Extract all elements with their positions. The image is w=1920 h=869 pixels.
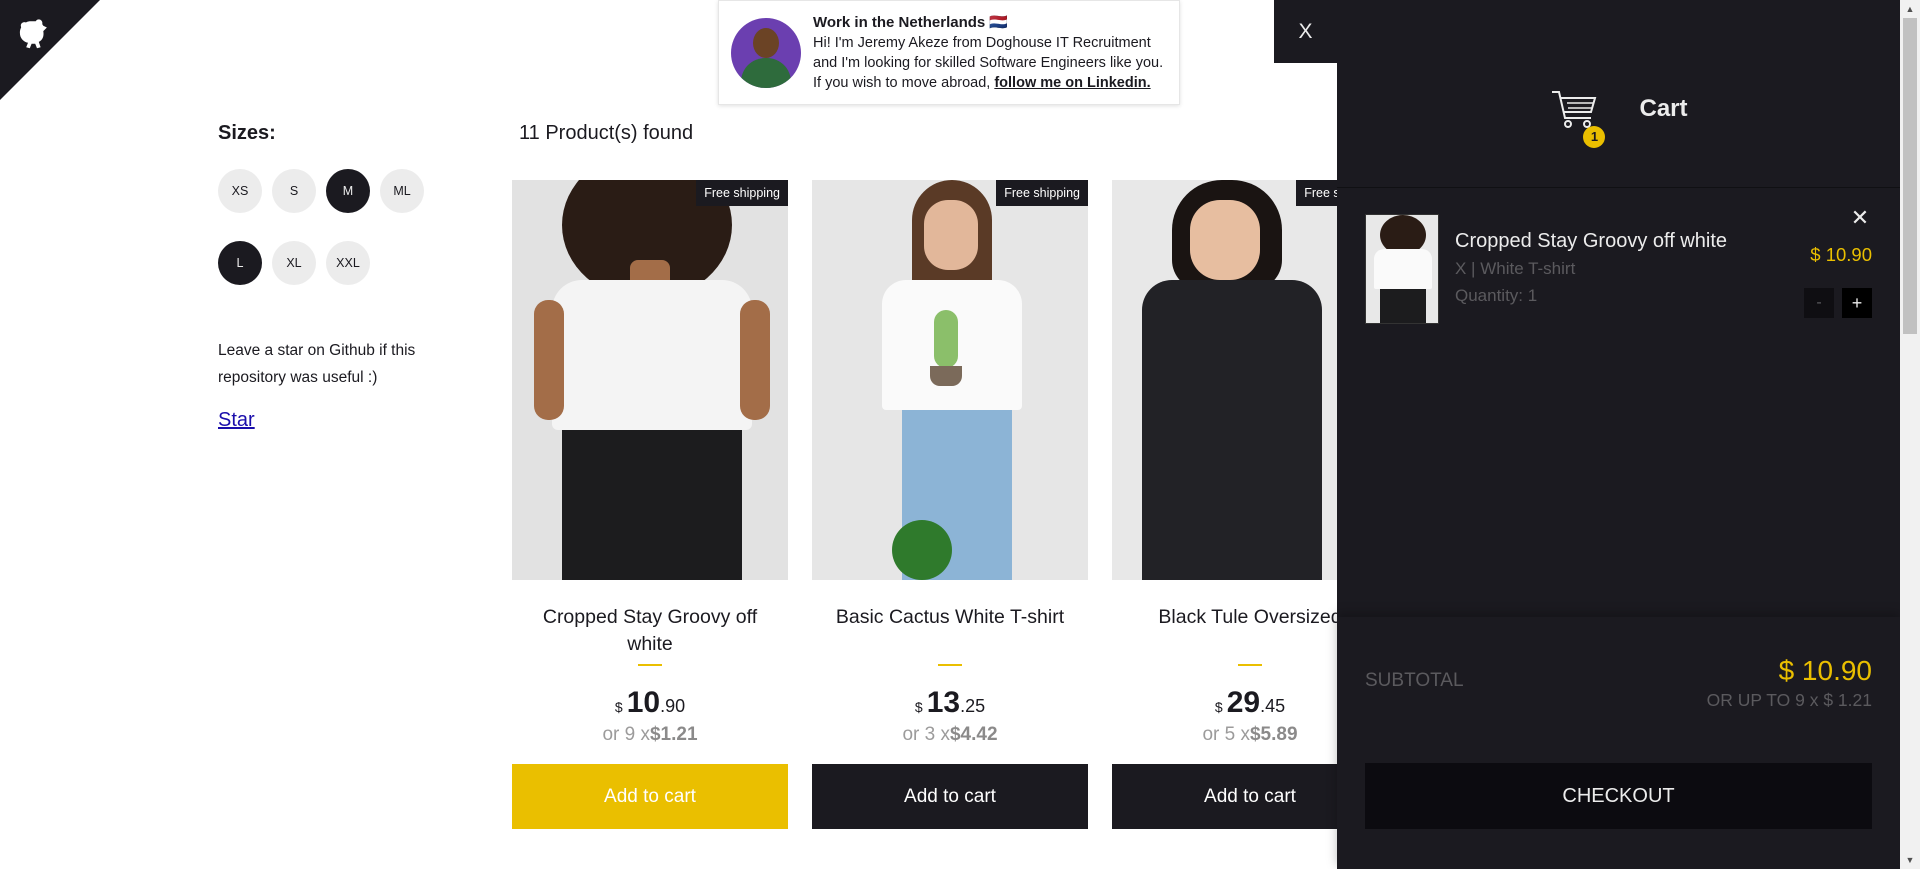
cart-count-badge: 1 — [1583, 125, 1606, 148]
github-star-link[interactable]: Star — [218, 409, 448, 432]
increase-quantity-button[interactable]: + — [1842, 288, 1872, 318]
page: Work in the Netherlands 🇳🇱 Hi! I'm Jerem… — [0, 0, 1920, 869]
size-s-button[interactable]: S — [272, 169, 316, 213]
recruiter-avatar — [731, 17, 801, 88]
size-l-button[interactable]: L — [218, 241, 262, 285]
cart-item-description: X | White T-shirt — [1455, 259, 1576, 278]
cart-title: Cart — [1639, 94, 1688, 122]
banner-title: Work in the Netherlands 🇳🇱 — [813, 13, 1009, 31]
page-scrollbar[interactable]: ▲ ▼ — [1900, 0, 1920, 869]
linkedin-link[interactable]: follow me on Linkedin. — [994, 75, 1150, 91]
cart-panel: 1 Cart Cropped Stay Groovy off white X |… — [1337, 0, 1900, 869]
size-xxl-button[interactable]: XXL — [326, 241, 370, 285]
product-image: Free shipping — [812, 180, 1088, 580]
size-xs-button[interactable]: XS — [218, 169, 262, 213]
product-image: Free shipping — [512, 180, 788, 580]
recruitment-banner: Work in the Netherlands 🇳🇱 Hi! I'm Jerem… — [718, 0, 1180, 105]
free-shipping-badge: Free shipping — [996, 180, 1088, 206]
banner-line-1: Hi! I'm Jeremy Akeze from Doghouse IT Re… — [813, 34, 1151, 51]
github-corner-icon[interactable] — [0, 0, 100, 100]
product-title: Cropped Stay Groovy off white — [542, 606, 758, 655]
cart-footer: SUBTOTAL $ 10.90 OR UP TO 9 x $ 1.21 CHE… — [1337, 617, 1900, 869]
add-to-cart-button[interactable]: Add to cart — [512, 764, 788, 829]
title-underline — [1238, 664, 1262, 666]
remove-item-icon[interactable]: ✕ — [1848, 205, 1872, 230]
subtotal-installments: OR UP TO 9 x $ 1.21 — [1706, 690, 1872, 710]
cart-item-thumbnail — [1365, 214, 1439, 324]
banner-line-2: and I'm looking for skilled Software Eng… — [813, 54, 1164, 71]
checkout-button[interactable]: CHECKOUT — [1365, 763, 1872, 829]
free-shipping-badge: Free shipping — [696, 180, 788, 206]
size-filters: Sizes: XS S M ML L XL XXL Leave a star o… — [218, 122, 448, 432]
products-found-count: 11 Product(s) found — [519, 122, 694, 144]
banner-line-3: If you wish to move abroad, follow me on… — [813, 74, 1151, 91]
scroll-up-arrow-icon[interactable]: ▲ — [1900, 0, 1920, 18]
cart-item-quantity: Quantity: 1 — [1455, 286, 1538, 305]
installment-info: or 3 x$4.42 — [902, 724, 998, 745]
product-price: $10.90 — [614, 686, 686, 719]
scrollbar-thumb[interactable] — [1903, 18, 1917, 334]
add-to-cart-button[interactable]: Add to cart — [812, 764, 1088, 829]
title-underline — [638, 664, 662, 666]
subtotal-label: SUBTOTAL — [1365, 670, 1464, 691]
product-card[interactable]: Free shipping Basic Cactus White T-shirt… — [812, 180, 1088, 829]
cart-item: Cropped Stay Groovy off white X | White … — [1365, 205, 1872, 324]
cart-icon-wrapper: 1 — [1549, 84, 1606, 148]
sizes-heading: Sizes: — [218, 122, 276, 144]
star-note: Leave a star on Github if this repositor… — [218, 342, 416, 386]
scroll-down-arrow-icon[interactable]: ▼ — [1900, 851, 1920, 869]
size-m-button[interactable]: M — [326, 169, 370, 213]
size-ml-button[interactable]: ML — [380, 169, 424, 213]
cart-item-title: Cropped Stay Groovy off white — [1455, 230, 1727, 252]
product-card[interactable]: Free shipping Cropped Stay Groovy off wh… — [512, 180, 788, 829]
installment-info: or 9 x$1.21 — [602, 724, 698, 745]
title-underline — [938, 664, 962, 666]
subtotal-value: $ 10.90 — [1778, 655, 1872, 686]
product-title: Basic Cactus White T-shirt — [835, 606, 1065, 628]
cart-header: 1 Cart — [1337, 70, 1900, 188]
product-price: $13.25 — [914, 686, 986, 719]
cart-item-price: $ 10.90 — [1810, 244, 1872, 265]
decrease-quantity-button[interactable]: - — [1804, 288, 1834, 318]
size-options: XS S M ML L XL XXL — [218, 169, 448, 313]
size-xl-button[interactable]: XL — [272, 241, 316, 285]
cart-close-button[interactable]: X — [1274, 0, 1337, 63]
